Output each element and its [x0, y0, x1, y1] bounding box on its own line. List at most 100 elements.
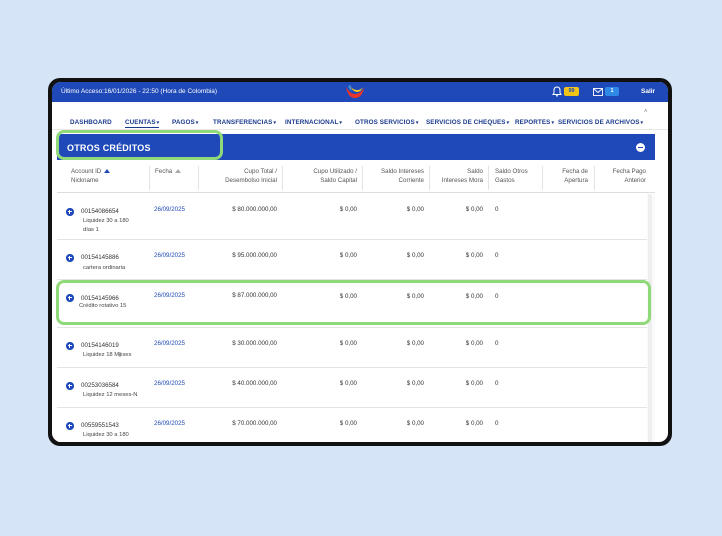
- nav-reportes[interactable]: REPORTES▾: [515, 119, 554, 126]
- account-id[interactable]: 00154086654: [81, 208, 119, 215]
- mail-count-badge[interactable]: 1: [605, 87, 619, 96]
- table-row[interactable]: 00154086654 Liquidez 30 a 180 días 1 26/…: [57, 194, 647, 240]
- table-row[interactable]: 00253036584 Liquidez 12 meses-N 26/09/20…: [57, 368, 647, 408]
- th-saldo-intereses-corriente[interactable]: Saldo Intereses Corriente: [352, 168, 424, 185]
- vertical-scrollbar[interactable]: [648, 194, 652, 442]
- th-label: Cupo Utilizado /: [313, 168, 357, 175]
- account-id[interactable]: 00154145886: [81, 254, 119, 261]
- nav-otros-servicios[interactable]: OTROS SERVICIOS▾: [355, 119, 418, 126]
- top-bar: Último Acceso:16/01/2026 - 22:50 (Hora d…: [52, 82, 668, 102]
- saldo-corriente-cell: $ 0,00: [406, 380, 424, 387]
- expand-icon[interactable]: [66, 208, 74, 216]
- th-fecha[interactable]: Fecha: [155, 168, 182, 177]
- account-id[interactable]: 00559551543: [81, 422, 119, 429]
- th-label: Apertura: [564, 176, 588, 184]
- th-fecha-pago-anterior[interactable]: Fecha Pago Anterior: [594, 168, 646, 185]
- bank-logo[interactable]: [344, 84, 366, 100]
- saldo-corriente-cell: $ 0,00: [406, 293, 424, 300]
- table-row[interactable]: 00154145886 cartera ordinaria 26/09/2025…: [57, 240, 647, 280]
- fecha-cell[interactable]: 26/09/2025: [154, 292, 185, 299]
- cupo-utilizado-cell: $ 0,00: [339, 380, 357, 387]
- expand-icon[interactable]: [66, 342, 74, 350]
- logout-link[interactable]: Salir: [641, 88, 655, 95]
- fecha-cell[interactable]: 26/09/2025: [154, 380, 185, 387]
- bell-icon[interactable]: [552, 86, 562, 97]
- nav-internacional[interactable]: INTERNACIONAL▾: [285, 119, 342, 126]
- main-nav: ˄ DASHBOARD CUENTAS▾ PAGOS▾ TRANSFERENCI…: [52, 102, 668, 130]
- nav-label: INTERNACIONAL: [285, 119, 339, 126]
- nav-label: REPORTES: [515, 119, 551, 126]
- nav-label: TRANSFERENCIAS: [213, 119, 273, 126]
- th-label: Desembolso Inicial: [225, 176, 277, 184]
- th-cupo-utilizado[interactable]: Cupo Utilizado / Saldo Capital: [277, 168, 357, 185]
- table-row[interactable]: 00154145966 Crédito rotativo 15 26/09/20…: [57, 280, 647, 328]
- account-id[interactable]: 00154145966: [81, 295, 119, 302]
- saldo-mora-cell: $ 0,00: [465, 380, 483, 387]
- th-cupo-total[interactable]: Cupo Total / Desembolso Inicial: [197, 168, 277, 185]
- th-label: Fecha Pago: [612, 168, 646, 175]
- expand-icon[interactable]: [66, 294, 74, 302]
- mail-icon[interactable]: [593, 88, 603, 96]
- table-row[interactable]: 00154146019 Liquidez 18 Meses 26/09/2025…: [57, 328, 647, 368]
- expand-icon[interactable]: [66, 382, 74, 390]
- column-divider: [488, 166, 489, 190]
- nav-label: DASHBOARD: [70, 119, 112, 126]
- saldo-otros-cell: 0: [495, 206, 499, 213]
- nav-transferencias[interactable]: TRANSFERENCIAS▾: [213, 119, 276, 126]
- nav-pagos[interactable]: PAGOS▾: [172, 119, 198, 126]
- fecha-cell[interactable]: 26/09/2025: [154, 206, 185, 213]
- cupo-utilizado-cell: $ 0,00: [339, 420, 357, 427]
- th-saldo-otros-gastos[interactable]: Saldo Otros Gastos: [495, 168, 528, 185]
- account-nickname: Crédito rotativo 15: [79, 303, 127, 309]
- th-fecha-apertura[interactable]: Fecha de Apertura: [537, 168, 588, 185]
- column-divider: [149, 166, 150, 190]
- collapse-icon[interactable]: [636, 143, 645, 152]
- cupo-total-cell: $ 80.000.000,00: [232, 206, 277, 213]
- th-label: Saldo Intereses: [381, 168, 424, 175]
- chevron-down-icon: ▾: [339, 120, 343, 126]
- cupo-total-cell: $ 40.000.000,00: [232, 380, 277, 387]
- saldo-corriente-cell: $ 0,00: [406, 340, 424, 347]
- notification-count-badge[interactable]: 99: [564, 87, 579, 96]
- cupo-total-cell: $ 87.000.000,00: [232, 292, 277, 299]
- nav-cuentas[interactable]: CUENTAS▾: [125, 119, 160, 128]
- account-id[interactable]: 00253036584: [81, 382, 119, 389]
- nav-label: SERVICIOS DE CHEQUES: [426, 119, 506, 126]
- th-account-id[interactable]: Account ID Nickname: [71, 168, 111, 185]
- fecha-cell[interactable]: 26/09/2025: [154, 420, 185, 427]
- th-label: Intereses Mora: [441, 176, 483, 184]
- nav-label: SERVICIOS DE ARCHIVOS: [558, 119, 640, 126]
- account-id[interactable]: 00154146019: [81, 342, 119, 349]
- cupo-utilizado-cell: $ 0,00: [339, 206, 357, 213]
- saldo-corriente-cell: $ 0,00: [406, 252, 424, 259]
- th-label: Nickname: [71, 176, 99, 184]
- saldo-mora-cell: $ 0,00: [465, 340, 483, 347]
- saldo-otros-cell: 0: [495, 340, 499, 347]
- th-label: Fecha: [155, 168, 173, 175]
- th-saldo-intereses-mora[interactable]: Saldo Intereses Mora: [419, 168, 483, 185]
- expand-icon[interactable]: [66, 254, 74, 262]
- account-nickname: cartera ordinaria: [83, 265, 126, 271]
- expand-icon[interactable]: [66, 422, 74, 430]
- nav-servicios-cheques[interactable]: SERVICIOS DE CHEQUES▾: [426, 119, 509, 126]
- cupo-utilizado-cell: $ 0,00: [339, 340, 357, 347]
- nav-label: PAGOS: [172, 119, 195, 126]
- chevron-down-icon: ▾: [156, 120, 160, 126]
- saldo-otros-cell: 0: [495, 380, 499, 387]
- table-row[interactable]: 00559551543 Liquidez 30 a 180 26/09/2025…: [57, 408, 647, 442]
- saldo-mora-cell: $ 0,00: [465, 420, 483, 427]
- saldo-mora-cell: $ 0,00: [465, 206, 483, 213]
- saldo-otros-cell: 0: [495, 252, 499, 259]
- th-label: Fecha de: [562, 168, 588, 175]
- nav-servicios-archivos[interactable]: SERVICIOS DE ARCHIVOS▾: [558, 119, 643, 126]
- table-header: Account ID Nickname Fecha Cupo Total / D…: [57, 161, 655, 193]
- th-label: Anterior: [624, 176, 646, 184]
- chevron-down-icon: ▾: [195, 120, 199, 126]
- last-access-text: Último Acceso:16/01/2026 - 22:50 (Hora d…: [61, 88, 218, 95]
- fecha-cell[interactable]: 26/09/2025: [154, 252, 185, 259]
- saldo-mora-cell: $ 0,00: [465, 252, 483, 259]
- fecha-cell[interactable]: 26/09/2025: [154, 340, 185, 347]
- nav-dashboard[interactable]: DASHBOARD: [70, 119, 112, 126]
- scroll-up-icon[interactable]: ˄: [644, 109, 648, 115]
- cupo-utilizado-cell: $ 0,00: [339, 293, 357, 300]
